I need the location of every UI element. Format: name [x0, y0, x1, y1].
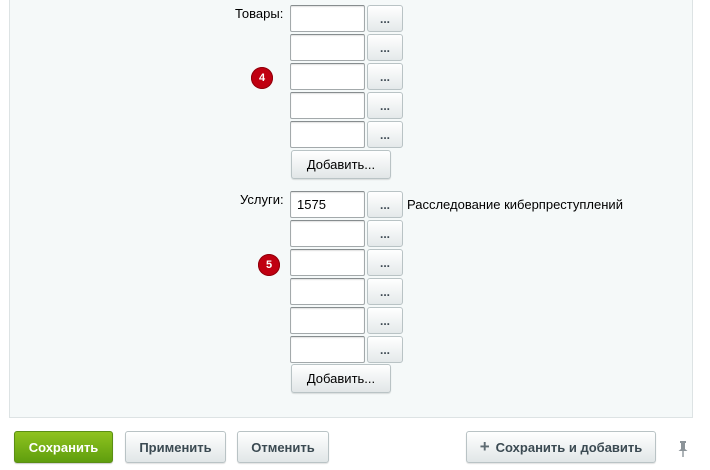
goods-label: Товары: — [235, 6, 284, 21]
goods-input-3[interactable] — [290, 63, 365, 90]
services-select-button-2[interactable]: ... — [367, 220, 403, 247]
save-and-add-label: Сохранить и добавить — [495, 439, 643, 455]
services-select-button-6[interactable]: ... — [367, 336, 403, 363]
cancel-button[interactable]: Отменить — [237, 431, 329, 463]
services-select-button-5[interactable]: ... — [367, 307, 403, 334]
services-label: Услуги: — [240, 192, 284, 207]
goods-select-button-5[interactable]: ... — [367, 121, 403, 148]
goods-input-1[interactable] — [290, 5, 365, 32]
services-row: ... — [290, 249, 403, 276]
goods-input-5[interactable] — [290, 121, 365, 148]
goods-row: ... — [290, 121, 403, 148]
save-and-add-button[interactable]: + Сохранить и добавить — [466, 431, 656, 463]
apply-button[interactable]: Применить — [125, 431, 226, 463]
services-input-2[interactable] — [290, 220, 365, 247]
goods-row: ... — [290, 5, 403, 32]
goods-row: ... — [290, 63, 403, 90]
services-input-3[interactable] — [290, 249, 365, 276]
service-description: Расследование киберпреступлений — [407, 197, 623, 212]
services-row: ... — [290, 336, 403, 363]
services-step-badge: 5 — [258, 254, 280, 276]
pin-icon[interactable] — [677, 440, 689, 458]
services-input-5[interactable] — [290, 307, 365, 334]
goods-input-2[interactable] — [290, 34, 365, 61]
goods-select-button-4[interactable]: ... — [367, 92, 403, 119]
services-select-button-4[interactable]: ... — [367, 278, 403, 305]
goods-row: ... — [290, 92, 403, 119]
services-input-4[interactable] — [290, 278, 365, 305]
services-input-6[interactable] — [290, 336, 365, 363]
goods-input-4[interactable] — [290, 92, 365, 119]
goods-select-button-2[interactable]: ... — [367, 34, 403, 61]
services-row: ... — [290, 278, 403, 305]
save-button[interactable]: Сохранить — [14, 431, 113, 463]
services-select-button-1[interactable]: ... — [367, 191, 403, 218]
services-row: ... — [290, 307, 403, 334]
services-row: ... — [290, 220, 403, 247]
services-row: ... Расследование киберпреступлений — [290, 191, 623, 218]
goods-add-button[interactable]: Добавить... — [291, 150, 391, 179]
goods-select-button-1[interactable]: ... — [367, 5, 403, 32]
goods-select-button-3[interactable]: ... — [367, 63, 403, 90]
services-add-button[interactable]: Добавить... — [291, 364, 391, 393]
plus-icon: + — [479, 437, 490, 456]
services-select-button-3[interactable]: ... — [367, 249, 403, 276]
goods-row: ... — [290, 34, 403, 61]
goods-step-badge: 4 — [251, 67, 273, 89]
services-input-1[interactable] — [290, 191, 365, 218]
